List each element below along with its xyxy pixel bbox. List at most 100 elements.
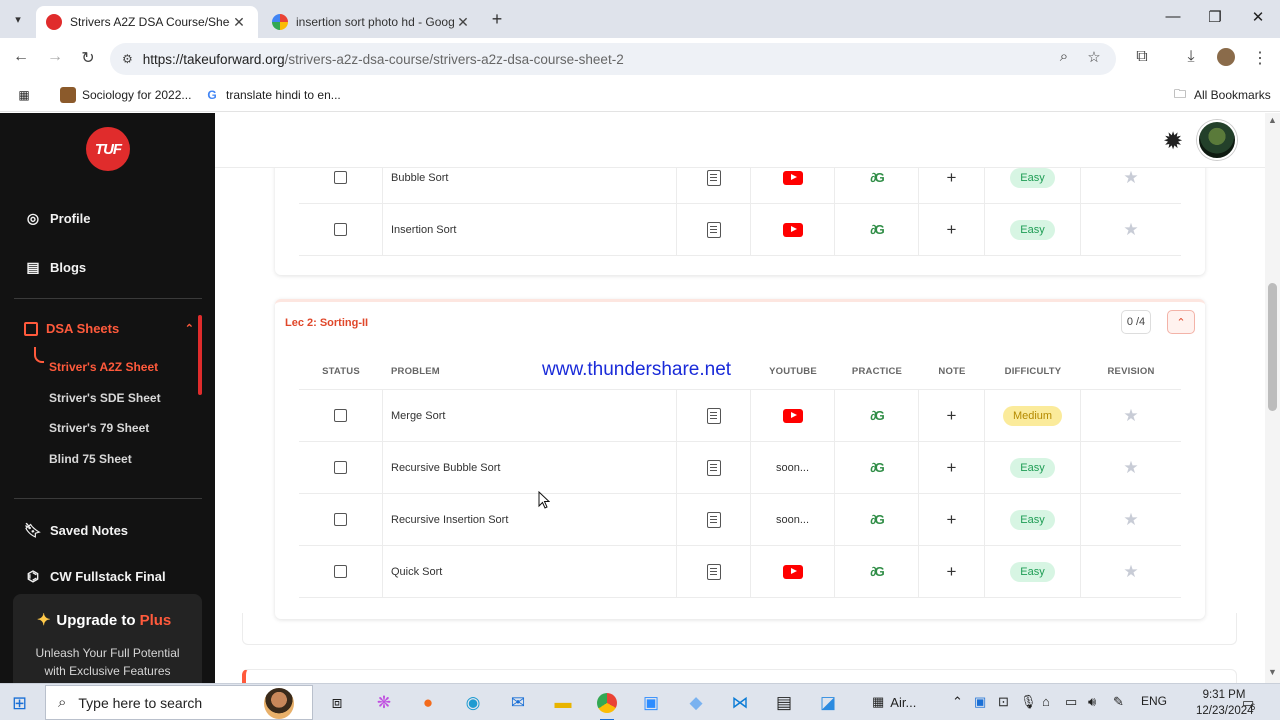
article-icon[interactable] <box>706 459 721 476</box>
sidebar-item-saved-notes[interactable]: 🔖︎ Saved Notes <box>24 521 128 539</box>
task-view-icon[interactable]: ⧈ <box>324 690 350 716</box>
back-arrow-icon[interactable]: ← <box>10 48 32 66</box>
weather-widget[interactable]: ▦ Air... <box>872 694 916 710</box>
tab-search-dropdown-icon[interactable]: ▾ <box>6 8 30 30</box>
add-note-icon[interactable]: + <box>947 458 957 478</box>
pen-icon[interactable]: ✎ <box>1113 694 1124 710</box>
bookmark-translate[interactable]: G translate hindi to en... <box>204 87 340 103</box>
revision-star-icon[interactable]: ★ <box>1123 458 1138 478</box>
sidebar-sheet-sde[interactable]: Striver's SDE Sheet <box>49 391 161 405</box>
minimize-icon[interactable]: — <box>1158 8 1188 25</box>
upgrade-card[interactable]: ✦ Upgrade to Plus Unleash Your Full Pote… <box>13 594 202 683</box>
battery-icon[interactable]: ▭ <box>1065 694 1077 710</box>
youtube-icon[interactable] <box>782 408 803 423</box>
problem-name[interactable]: Recursive Bubble Sort <box>391 462 500 474</box>
volume-icon[interactable]: 🔊︎ <box>1088 694 1096 710</box>
paint-icon[interactable]: ◪ <box>815 690 841 716</box>
tab-google-search[interactable]: insertion sort photo hd - Goog ✕ <box>262 6 482 38</box>
zoom-search-icon[interactable]: ⌕ <box>1053 48 1075 65</box>
status-checkbox[interactable] <box>334 513 347 526</box>
terminal-icon[interactable]: ▤ <box>771 690 797 716</box>
network-icon[interactable]: ⌂ <box>1042 694 1050 709</box>
vscode-icon[interactable]: ⋈ <box>727 690 753 716</box>
collapse-chevron-icon[interactable]: ⌃ <box>1167 310 1195 334</box>
youtube-icon[interactable] <box>782 170 803 185</box>
tray-chevron-icon[interactable]: ⌃ <box>952 694 963 710</box>
mail-icon[interactable]: ✉ <box>505 690 531 716</box>
add-note-icon[interactable]: + <box>947 220 957 240</box>
article-icon[interactable] <box>706 169 721 186</box>
close-window-icon[interactable]: ✕ <box>1243 8 1273 26</box>
status-checkbox[interactable] <box>334 565 347 578</box>
chevron-up-icon[interactable]: ⌃ <box>185 322 194 335</box>
youtube-icon[interactable] <box>782 564 803 579</box>
tray-app-icon[interactable]: ▣ <box>974 694 986 710</box>
bookmark-sociology[interactable]: Sociology for 2022... <box>60 87 191 103</box>
sidebar-item-profile[interactable]: ◎ Profile <box>24 209 91 227</box>
sidebar-sheet-79[interactable]: Striver's 79 Sheet <box>49 421 149 435</box>
tab-striver-sheet[interactable]: Strivers A2Z DSA Course/Sheet ✕ <box>36 6 258 38</box>
revision-star-icon[interactable]: ★ <box>1123 220 1138 240</box>
gfg-practice-icon[interactable]: ∂G <box>870 170 884 185</box>
copilot-icon[interactable]: ❋ <box>371 690 397 716</box>
notification-center-icon[interactable]: ▭ 6 <box>1242 694 1255 712</box>
status-checkbox[interactable] <box>334 461 347 474</box>
revision-star-icon[interactable]: ★ <box>1123 510 1138 530</box>
status-checkbox[interactable] <box>334 409 347 422</box>
downloads-icon[interactable]: ⤓ <box>1179 48 1203 66</box>
gfg-practice-icon[interactable]: ∂G <box>870 408 884 423</box>
maximize-icon[interactable]: ❐ <box>1200 8 1230 26</box>
status-checkbox[interactable] <box>334 223 347 236</box>
problem-name[interactable]: Merge Sort <box>391 410 445 422</box>
page-scrollbar[interactable]: ▲ ▼ <box>1265 113 1280 683</box>
add-note-icon[interactable]: + <box>947 562 957 582</box>
revision-star-icon[interactable]: ★ <box>1123 406 1138 426</box>
microphone-icon[interactable]: 🎙︎ <box>1020 694 1037 710</box>
gfg-practice-icon[interactable]: ∂G <box>870 512 884 527</box>
status-checkbox[interactable] <box>334 171 347 184</box>
tray-camera-icon[interactable]: ⊡ <box>998 694 1009 710</box>
gfg-practice-icon[interactable]: ∂G <box>870 222 884 237</box>
tab-close-icon[interactable]: ✕ <box>454 14 472 31</box>
theme-toggle-sun-icon[interactable]: ✹ <box>1163 127 1183 156</box>
add-note-icon[interactable]: + <box>947 406 957 426</box>
taskbar-search-box[interactable]: ⌕ Type here to search <box>45 685 313 720</box>
photos-icon[interactable]: ◆ <box>683 690 709 716</box>
problem-name[interactable]: Bubble Sort <box>391 172 448 184</box>
language-indicator[interactable]: ENG <box>1141 694 1167 708</box>
firefox-icon[interactable]: ● <box>415 690 441 716</box>
sidebar-item-dsa-sheets[interactable]: DSA Sheets ⌃ <box>24 321 194 336</box>
gfg-practice-icon[interactable]: ∂G <box>870 564 884 579</box>
article-icon[interactable] <box>706 221 721 238</box>
windows-start-icon[interactable]: ⊞ <box>12 693 27 714</box>
gfg-practice-icon[interactable]: ∂G <box>870 460 884 475</box>
sidebar-item-blogs[interactable]: ▤ Blogs <box>24 258 86 276</box>
omnibox[interactable]: ⚙ https://takeuforward.org/strivers-a2z-… <box>110 43 1116 75</box>
chrome-icon[interactable] <box>594 690 620 720</box>
sidebar-item-cw-fullstack[interactable]: ⌬ CW Fullstack Final <box>24 567 166 585</box>
youtube-icon[interactable] <box>782 222 803 237</box>
extensions-puzzle-icon[interactable]: ⧉ <box>1130 48 1154 66</box>
problem-name[interactable]: Recursive Insertion Sort <box>391 514 508 526</box>
add-note-icon[interactable]: + <box>947 510 957 530</box>
revision-star-icon[interactable]: ★ <box>1123 168 1138 188</box>
lecture-title[interactable]: Lec 2: Sorting-II <box>285 317 368 329</box>
article-icon[interactable] <box>706 511 721 528</box>
sidebar-sheet-blind75[interactable]: Blind 75 Sheet <box>49 452 132 466</box>
zoom-app-icon[interactable]: ▣ <box>638 690 664 716</box>
forward-arrow-icon[interactable]: → <box>44 48 66 66</box>
tuf-logo[interactable]: TUF <box>86 127 130 171</box>
all-bookmarks-button[interactable]: 🗀 All Bookmarks <box>1172 87 1271 103</box>
sidebar-sheet-a2z[interactable]: Striver's A2Z Sheet <box>49 360 158 374</box>
edge-icon[interactable]: ◉ <box>460 690 486 716</box>
chrome-menu-icon[interactable]: ⋮ <box>1248 48 1272 68</box>
article-icon[interactable] <box>706 563 721 580</box>
scroll-up-icon[interactable]: ▲ <box>1268 115 1277 125</box>
problem-name[interactable]: Quick Sort <box>391 566 442 578</box>
article-icon[interactable] <box>706 407 721 424</box>
bookmark-star-icon[interactable]: ☆ <box>1083 48 1105 66</box>
new-tab-plus-icon[interactable]: + <box>486 9 508 30</box>
problem-name[interactable]: Insertion Sort <box>391 224 456 236</box>
apps-grid-icon[interactable]: ▦ <box>16 87 38 103</box>
file-explorer-icon[interactable]: ▬ <box>550 690 576 716</box>
